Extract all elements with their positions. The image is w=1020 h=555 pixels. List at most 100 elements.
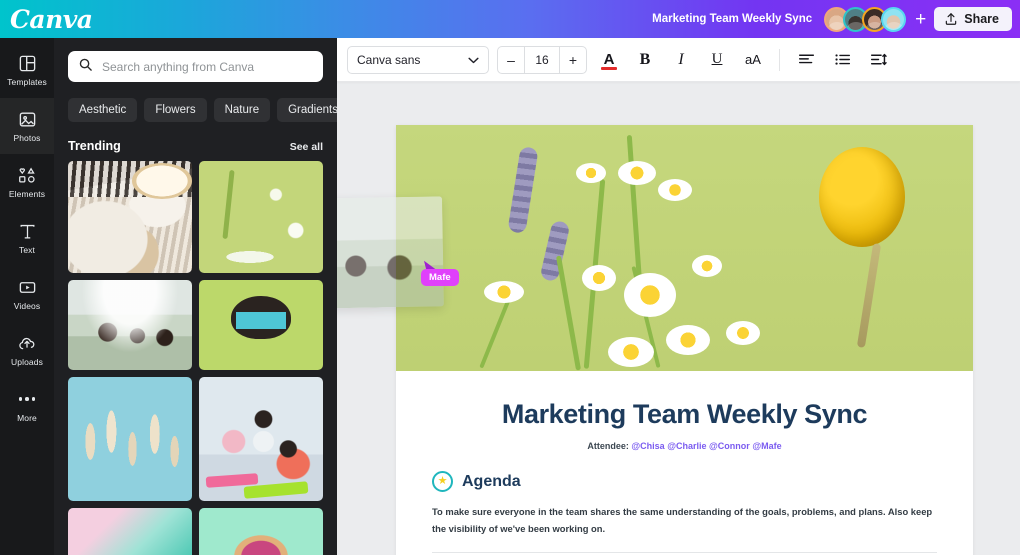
photos-panel: Aesthetic Flowers Nature Gradients Trend… [54,38,337,555]
sidebar-item-photos[interactable]: Photos [0,98,54,154]
yoga-figures-art [199,377,323,501]
font-size-stepper[interactable]: – 16 + [497,46,587,74]
remote-cursor-label: Mafe [421,269,459,286]
text-color-button[interactable]: A [595,46,623,74]
top-bar-right: Marketing Team Weekly Sync + Share [652,0,1020,38]
mention-chisa[interactable]: @Chisa [631,441,664,451]
add-collaborator-button[interactable]: + [915,10,926,29]
page-title[interactable]: Marketing Team Weekly Sync [432,399,937,430]
photo-thumbnail[interactable] [199,377,323,501]
chamomile-flower [666,325,710,355]
design-page[interactable]: Marketing Team Weekly Sync Attendee: @Ch… [396,125,973,555]
section-divider [432,552,937,553]
photo-column-right [199,161,323,555]
photo-thumbnail[interactable] [68,161,192,273]
upload-icon [944,12,958,26]
page-body: Marketing Team Weekly Sync Attendee: @Ch… [396,371,973,555]
underline-button[interactable]: U [703,46,731,74]
chamomile-flower [618,161,656,185]
font-size-increase-button[interactable]: + [560,52,586,68]
line-spacing-icon[interactable] [864,46,892,74]
font-size-decrease-button[interactable]: – [498,52,524,68]
text-case-button[interactable]: aA [739,46,767,74]
sidebar-item-label: Elements [9,189,45,199]
chamomile-flower [624,273,676,317]
italic-button[interactable]: I [667,46,695,74]
chamomile-flower [576,163,606,183]
font-size-value[interactable]: 16 [524,47,560,73]
sidebar-item-label: Uploads [11,357,43,367]
photo-thumbnail[interactable] [68,508,192,555]
left-rail: Templates Photos Elements Text [0,38,54,555]
photo-thumbnail[interactable] [68,377,192,501]
search-bar[interactable] [68,51,323,82]
templates-icon [18,54,37,73]
uploads-icon [17,334,37,353]
photo-thumbnail[interactable] [199,161,323,273]
sidebar-item-label: More [17,413,37,423]
photo-thumbnail[interactable] [199,280,323,370]
share-button-label: Share [964,12,999,26]
collaborator-avatars [824,7,906,32]
bold-button[interactable]: B [631,46,659,74]
mention-charlie[interactable]: @Charlie [667,441,706,451]
sidebar-item-templates[interactable]: Templates [0,42,54,98]
canva-logo[interactable]: Canva [10,5,93,34]
chip-flowers[interactable]: Flowers [144,98,206,122]
attendee-line[interactable]: Attendee: @Chisa @Charlie @Connor @Mafe [432,441,937,451]
chamomile-flower [582,265,616,291]
dragged-photo-ghost[interactable] [337,196,444,309]
canva-editor: Canva Marketing Team Weekly Sync + Share [0,0,1020,555]
toolbar-divider [779,49,780,71]
sidebar-item-label: Videos [14,301,40,311]
chamomile-flower [608,337,654,367]
sidebar-item-text[interactable]: Text [0,210,54,266]
search-input[interactable] [102,60,313,74]
font-family-value: Canva sans [357,53,420,67]
sidebar-item-label: Text [19,245,35,255]
design-canvas[interactable]: Marketing Team Weekly Sync Attendee: @Ch… [337,38,1020,555]
lavender-sprig [507,146,538,234]
sidebar-item-more[interactable]: More [0,378,54,434]
elements-icon [17,166,38,185]
billy-button-stem [857,243,881,348]
chip-nature[interactable]: Nature [214,98,271,122]
font-family-select[interactable]: Canva sans [347,46,489,74]
sidebar-item-label: Templates [7,77,47,87]
attendee-prefix: Attendee: [587,441,629,451]
sidebar-item-videos[interactable]: Videos [0,266,54,322]
see-all-link[interactable]: See all [290,141,323,153]
share-button[interactable]: Share [934,7,1012,31]
photo-thumbnail[interactable] [199,508,323,555]
billy-button-flower [819,147,905,247]
section-body[interactable]: To make sure everyone in the team shares… [432,504,937,537]
chevron-down-icon [468,53,479,67]
chamomile-flower [658,179,692,201]
section-header-agenda[interactable]: ★ Agenda [432,471,937,492]
photo-thumbnail[interactable] [68,280,192,370]
flower-stem [627,135,642,285]
trending-title: Trending [68,139,121,153]
avatar[interactable] [881,7,906,32]
photos-icon [18,110,37,129]
sidebar-item-label: Photos [13,133,40,143]
text-icon [18,222,37,241]
sidebar-item-elements[interactable]: Elements [0,154,54,210]
top-bar: Canva Marketing Team Weekly Sync + Share [0,0,1020,38]
document-title[interactable]: Marketing Team Weekly Sync [652,13,812,25]
align-left-icon[interactable] [792,46,820,74]
text-toolbar: Canva sans – 16 + A B I U aA [337,38,1020,82]
search-icon [78,57,93,77]
hero-image[interactable] [396,125,973,371]
remote-cursor-mafe: Mafe [423,260,459,286]
chamomile-flower [726,321,760,345]
mention-mafe[interactable]: @Mafe [752,441,781,451]
mention-connor[interactable]: @Connor [709,441,750,451]
bulleted-list-icon[interactable] [828,46,856,74]
videos-icon [18,278,37,297]
lavender-sprig [539,220,570,283]
star-badge-icon: ★ [432,471,453,492]
flower-stem [556,255,581,370]
chip-aesthetic[interactable]: Aesthetic [68,98,137,122]
sidebar-item-uploads[interactable]: Uploads [0,322,54,378]
